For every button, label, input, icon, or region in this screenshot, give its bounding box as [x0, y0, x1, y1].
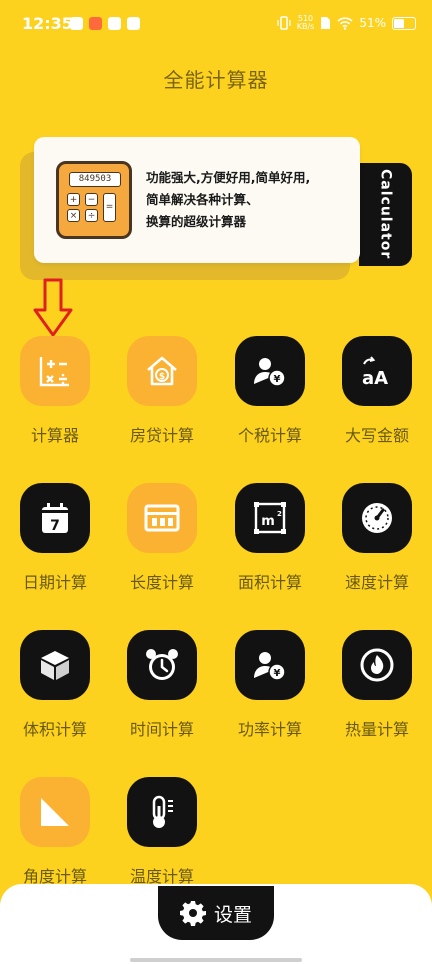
tile-icon-bg: ¥ [235, 630, 305, 700]
banner-line-2: 简单解决各种计算、 [146, 192, 259, 207]
svg-text:aA: aA [362, 368, 388, 388]
settings-label: 设置 [213, 903, 252, 926]
triangle-icon [41, 798, 69, 826]
calc-key-divide: ÷ [85, 209, 98, 222]
tile-date[interactable]: 7 日期计算 [0, 483, 110, 603]
tile-label: 热量计算 [344, 720, 409, 739]
tile-label: 个税计算 [237, 426, 302, 445]
tile-icon-bg: m 2 [235, 483, 305, 553]
thermometer-icon [152, 795, 173, 828]
network-speed: 510 KB/s [297, 15, 315, 31]
calculator-display: 849503 [69, 172, 121, 187]
tile-temperature[interactable]: 温度计算 [107, 777, 217, 897]
gear-icon [179, 901, 206, 926]
calculator-symbols-icon [39, 357, 69, 387]
network-speed-unit: KB/s [296, 22, 315, 31]
tile-icon-bg [20, 630, 90, 700]
banner-line-3: 换算的超级计算器 [146, 214, 247, 229]
tile-power[interactable]: ¥ 功率计算 [215, 630, 325, 750]
person-yen-icon: ¥ [254, 358, 286, 387]
vibrate-icon [277, 16, 291, 30]
hint-arrow-down-icon [33, 278, 73, 337]
tile-icon-bg [342, 630, 412, 700]
speedometer-icon [362, 503, 392, 533]
svg-text:7: 7 [50, 518, 60, 534]
battery-icon [392, 16, 416, 30]
tile-label: 日期计算 [22, 573, 87, 592]
svg-text:¥: ¥ [274, 374, 281, 385]
ruler-icon [144, 504, 180, 532]
alarm-clock-icon [146, 649, 178, 680]
person-yen-icon: ¥ [254, 652, 286, 681]
tile-heat[interactable]: 热量计算 [322, 630, 432, 750]
tile-icon-bg [342, 483, 412, 553]
flame-icon [360, 648, 394, 682]
tile-angle[interactable]: 角度计算 [0, 777, 110, 897]
tile-uppercase-amount[interactable]: aA 大写金额 [322, 336, 432, 456]
tile-area[interactable]: m 2 面积计算 [215, 483, 325, 603]
promo-banner[interactable]: 849503 + − = × ÷ 功能强大,方便好用,简单好用, 简单解决各种计… [34, 137, 360, 263]
calc-key-plus: + [67, 193, 80, 206]
svg-text:m: m [261, 514, 275, 529]
tile-label: 速度计算 [344, 573, 409, 592]
settings-button[interactable]: 设置 [158, 886, 274, 940]
battery-percent: 51% [359, 16, 386, 30]
tile-icon-bg: $ [127, 336, 197, 406]
calculator-illustration-icon: 849503 + − = × ÷ [56, 161, 132, 239]
status-bar: 12:35 510 KB/s 51% [0, 0, 432, 52]
tile-icon-bg [127, 483, 197, 553]
tile-label: 时间计算 [129, 720, 194, 739]
banner-line-1: 功能强大,方便好用,简单好用, [146, 170, 311, 185]
tile-icon-bg [127, 777, 197, 847]
tile-mortgage[interactable]: $ 房贷计算 [107, 336, 217, 456]
banner-tag: Calculator [359, 163, 412, 266]
tile-label: 体积计算 [22, 720, 87, 739]
tile-label: 面积计算 [237, 573, 302, 592]
tile-icon-bg [20, 336, 90, 406]
tile-calculator[interactable]: 计算器 [0, 336, 110, 456]
tile-icon-bg: ¥ [235, 336, 305, 406]
tile-label: 功率计算 [237, 720, 302, 739]
tile-length[interactable]: 长度计算 [107, 483, 217, 603]
notification-icons [70, 17, 140, 30]
tile-icon-bg [127, 630, 197, 700]
banner-tag-text: Calculator [377, 169, 394, 260]
tile-label: 计算器 [30, 426, 79, 445]
tile-time[interactable]: 时间计算 [107, 630, 217, 750]
tile-volume[interactable]: 体积计算 [0, 630, 110, 750]
tile-label: 大写金额 [344, 426, 409, 445]
svg-text:$: $ [159, 372, 165, 382]
message-app-icon [127, 17, 140, 30]
letter-case-icon: aA [362, 356, 388, 388]
tile-income-tax[interactable]: ¥ 个税计算 [215, 336, 325, 456]
link-app-icon [108, 17, 121, 30]
wifi-icon [337, 16, 353, 30]
tile-icon-bg: 7 [20, 483, 90, 553]
status-right: 510 KB/s 51% [277, 15, 416, 31]
tile-icon-bg: aA [342, 336, 412, 406]
page-title: 全能计算器 [163, 68, 269, 92]
shop-app-icon [89, 17, 102, 30]
calc-key-times: × [67, 209, 80, 222]
square-meter-icon: m 2 [254, 502, 286, 534]
calc-key-equal: = [103, 193, 116, 222]
cube-icon [41, 651, 69, 680]
tile-speed[interactable]: 速度计算 [322, 483, 432, 603]
status-time: 12:35 [22, 14, 73, 33]
calc-key-minus: − [85, 193, 98, 206]
calendar-icon: 7 [42, 503, 68, 534]
svg-text:¥: ¥ [274, 668, 281, 679]
home-indicator[interactable] [130, 958, 302, 962]
video-app-icon [70, 17, 83, 30]
svg-text:2: 2 [277, 510, 282, 518]
banner-description: 功能强大,方便好用,简单好用, 简单解决各种计算、 换算的超级计算器 [146, 167, 351, 233]
tile-icon-bg [20, 777, 90, 847]
tile-label: 房贷计算 [129, 426, 194, 445]
house-dollar-icon: $ [147, 356, 177, 386]
tile-label: 长度计算 [129, 573, 194, 592]
sim-icon [321, 17, 331, 29]
